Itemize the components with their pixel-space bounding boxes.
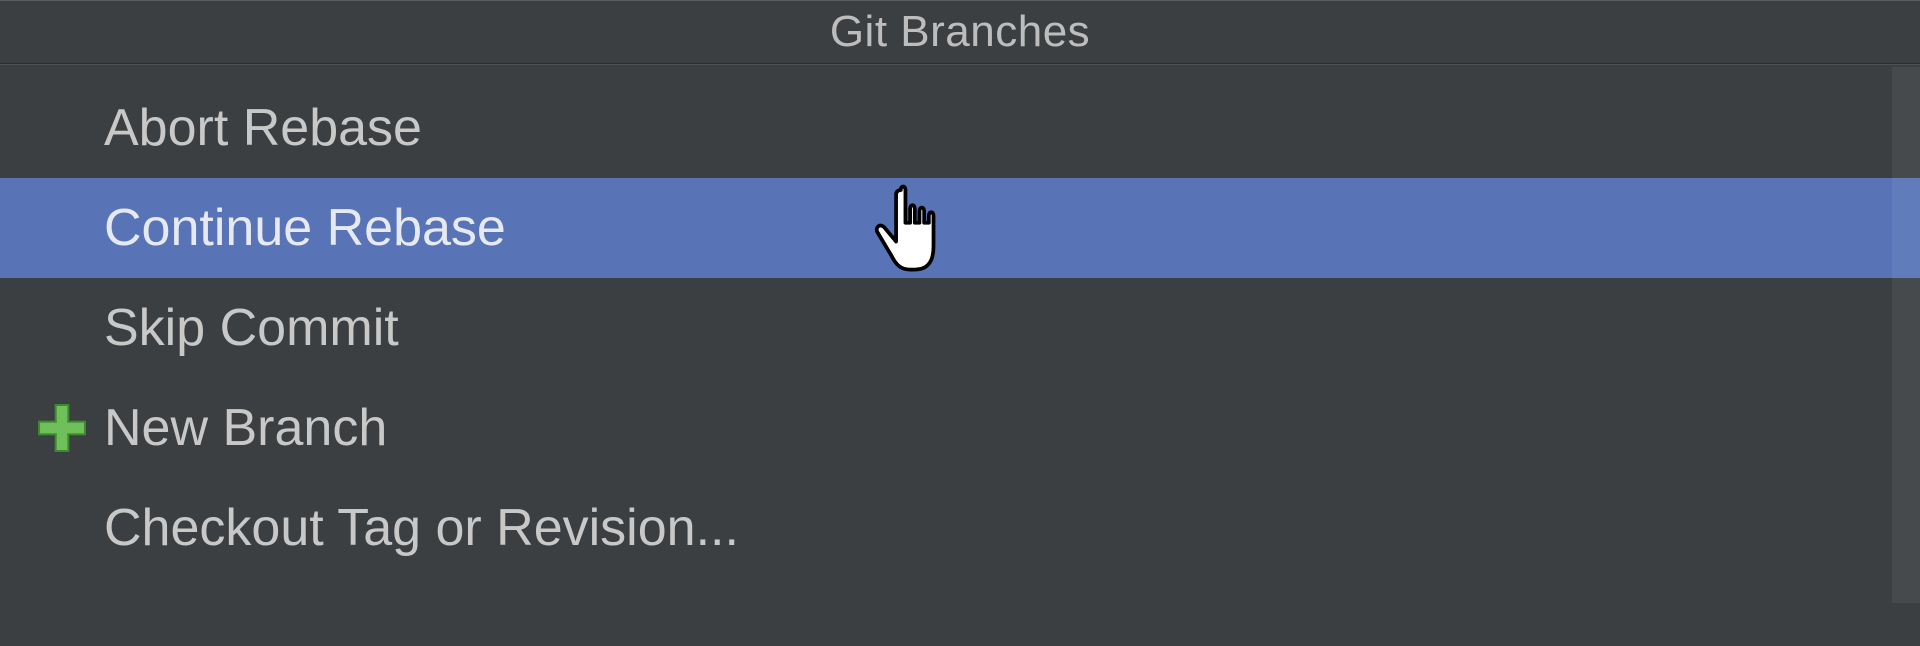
menu-item-new-branch[interactable]: New Branch [0, 378, 1920, 478]
menu-item-continue-rebase[interactable]: Continue Rebase [0, 178, 1920, 278]
menu-item-label: Continue Rebase [104, 198, 506, 258]
menu-item-skip-commit[interactable]: Skip Commit [0, 278, 1920, 378]
plus-icon [34, 400, 90, 456]
scrollbar-vertical[interactable] [1892, 67, 1920, 603]
menu-item-checkout-tag-or-revision[interactable]: Checkout Tag or Revision... [0, 478, 1920, 578]
git-branches-popup: Git Branches Abort Rebase Continue Rebas… [0, 0, 1920, 646]
menu-item-abort-rebase[interactable]: Abort Rebase [0, 78, 1920, 178]
popup-title: Git Branches [0, 1, 1920, 64]
menu-item-label: Skip Commit [104, 298, 399, 358]
menu-item-label: Abort Rebase [104, 98, 422, 158]
branches-menu-list: Abort Rebase Continue Rebase Skip Commit… [0, 64, 1920, 578]
menu-item-label: Checkout Tag or Revision... [104, 498, 739, 558]
menu-item-label: New Branch [104, 398, 387, 458]
